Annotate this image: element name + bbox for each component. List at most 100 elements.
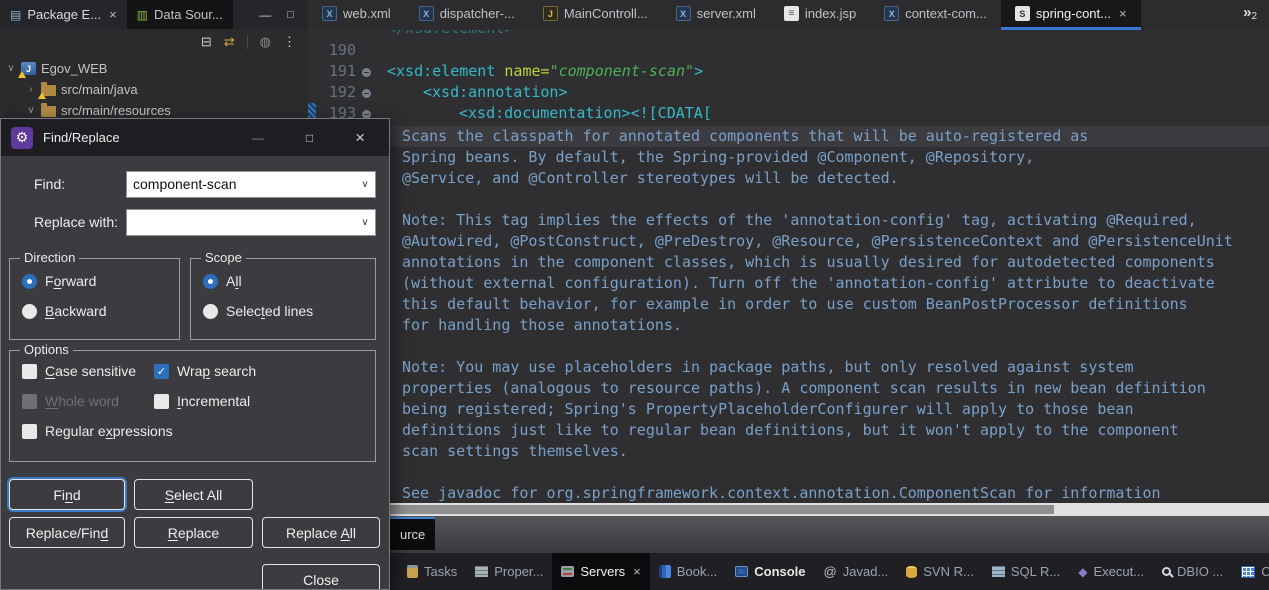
- checkbox-incremental[interactable]: Incremental: [154, 393, 250, 409]
- fold-marker-icon[interactable]: [362, 68, 371, 77]
- tab-label: web.xml: [343, 6, 391, 21]
- ide-window: ▤ Package E... × ▥ Data Sour... — □ ⊟ ⇄ …: [0, 0, 1269, 590]
- checkbox-off-icon[interactable]: [22, 363, 37, 379]
- radio-selected-lines[interactable]: Selected lines: [203, 303, 313, 319]
- tab-overflow-indicator[interactable]: » 2: [1243, 0, 1269, 30]
- bookmarks-icon: [658, 565, 671, 578]
- tab-source[interactable]: urce: [390, 517, 436, 550]
- fold-marker-icon[interactable]: [362, 89, 371, 98]
- tab-dbio[interactable]: DBIO ...: [1153, 553, 1232, 590]
- chevron-down-icon[interactable]: ∨: [6, 63, 16, 74]
- find-value[interactable]: component-scan: [127, 172, 355, 197]
- editor-tab-spring-context[interactable]: S spring-cont... ×: [1000, 0, 1141, 30]
- radio-forward[interactable]: Forward: [22, 273, 96, 289]
- close-button[interactable]: Close: [262, 564, 380, 589]
- gear-icon: ⚙: [11, 126, 33, 149]
- radio-off-icon[interactable]: [203, 303, 218, 319]
- dialog-titlebar[interactable]: ⚙ Find/Replace — □ ×: [1, 119, 389, 156]
- editor-tab-web-xml[interactable]: X web.xml: [308, 0, 405, 30]
- replace-input[interactable]: ∨: [126, 209, 376, 236]
- project-icon: J: [18, 62, 36, 78]
- tab-properties[interactable]: Proper...: [466, 553, 552, 590]
- chevron-down-icon[interactable]: ∨: [355, 210, 375, 235]
- tab-servers[interactable]: Servers ×: [552, 553, 650, 590]
- tab-sql-results[interactable]: SQL R...: [983, 553, 1069, 590]
- focus-icon[interactable]: ◍: [260, 34, 271, 50]
- select-all-button[interactable]: Select All: [134, 479, 253, 510]
- warning-overlay-icon: [18, 71, 26, 78]
- maximize-icon[interactable]: □: [306, 131, 313, 145]
- checkbox-case-sensitive[interactable]: Case sensitive: [22, 363, 136, 379]
- tab-label: Data Sour...: [154, 7, 223, 22]
- view-tab-bar: ▤ Package E... × ▥ Data Sour... — □: [0, 0, 308, 29]
- tab-console[interactable]: Console: [726, 553, 814, 590]
- properties-icon: [475, 566, 489, 577]
- xml-attr-value: "component-scan": [549, 62, 695, 80]
- radio-all[interactable]: All: [203, 273, 242, 289]
- tab-package-explorer[interactable]: ▤ Package E... ×: [0, 0, 127, 29]
- view-menu-icon[interactable]: ⋮: [283, 34, 296, 50]
- checkbox-whole-word: Whole word: [22, 393, 119, 409]
- doc-line: properties (analogous to resource paths)…: [402, 379, 1206, 397]
- tab-execution[interactable]: ◆ Execut...: [1069, 553, 1153, 590]
- code-text: <xsd:annotation>: [423, 82, 568, 103]
- tab-label: index.jsp: [804, 6, 857, 21]
- radio-on-icon[interactable]: [203, 273, 218, 289]
- tab-label: SQL R...: [1010, 564, 1061, 579]
- checkbox-off-icon[interactable]: [22, 423, 37, 439]
- radio-on-icon[interactable]: [22, 273, 37, 289]
- tab-data-source[interactable]: ▥ Data Sour...: [126, 0, 233, 29]
- line-number: 190: [328, 41, 356, 59]
- tree-item-src-java[interactable]: › src/main/java: [0, 79, 308, 100]
- chevron-right-icon[interactable]: ›: [26, 84, 36, 95]
- source-folder-icon: [41, 103, 56, 117]
- code-viewport[interactable]: </xsd:element> 190 191 <xsd:element name…: [308, 30, 1269, 503]
- collapse-all-icon[interactable]: ⊟: [201, 34, 212, 50]
- radio-backward[interactable]: Backward: [22, 303, 106, 319]
- maximize-icon[interactable]: □: [287, 9, 294, 21]
- link-with-editor-icon[interactable]: ⇄: [224, 34, 235, 50]
- close-icon[interactable]: ×: [355, 128, 365, 148]
- tab-label: Proper...: [494, 564, 544, 579]
- horizontal-scrollbar[interactable]: [308, 503, 1269, 516]
- replace-button[interactable]: Replace: [134, 517, 253, 548]
- tab-label: Book...: [676, 564, 718, 579]
- overflow-chevrons: »: [1243, 4, 1252, 21]
- minimize-icon[interactable]: —: [252, 131, 264, 145]
- close-icon[interactable]: ×: [1119, 6, 1127, 21]
- checkbox-on-icon[interactable]: [154, 363, 169, 379]
- replace-find-button[interactable]: Replace/Find: [9, 517, 125, 548]
- tab-tasks[interactable]: Tasks: [398, 553, 466, 590]
- tab-javadoc[interactable]: @ Javad...: [815, 553, 898, 590]
- tab-svn-repositories[interactable]: SVN R...: [897, 553, 983, 590]
- radio-off-icon[interactable]: [22, 303, 37, 319]
- tab-label: spring-cont...: [1035, 6, 1111, 21]
- checkbox-wrap-search[interactable]: Wrap search: [154, 363, 256, 379]
- find-input[interactable]: component-scan ∨: [126, 171, 376, 198]
- find-button[interactable]: Find: [9, 479, 125, 510]
- find-label: Find:: [34, 176, 66, 192]
- servers-icon: [561, 566, 575, 577]
- tab-clipped[interactable]: C: [1232, 553, 1269, 590]
- editor-tab-maincontroller[interactable]: J MainControll...: [529, 0, 662, 30]
- table-icon: [1241, 565, 1256, 578]
- scrollbar-thumb[interactable]: [310, 505, 1054, 514]
- tab-bookmarks[interactable]: Book...: [650, 553, 726, 590]
- replace-value[interactable]: [127, 210, 355, 235]
- checkbox-regular-expressions[interactable]: Regular expressions: [22, 423, 173, 439]
- checkbox-off-icon[interactable]: [154, 393, 169, 409]
- close-icon[interactable]: ×: [109, 7, 117, 22]
- editor-tab-dispatcher[interactable]: X dispatcher-...: [405, 0, 529, 30]
- direction-group: Direction Forward Backward: [9, 250, 180, 340]
- java-file-icon: J: [542, 6, 558, 21]
- chevron-down-icon[interactable]: ∨: [355, 172, 375, 197]
- minimize-icon[interactable]: —: [259, 8, 271, 22]
- close-icon[interactable]: ×: [633, 564, 641, 579]
- editor-tab-context-common[interactable]: X context-com...: [870, 0, 1001, 30]
- chevron-down-icon[interactable]: ∨: [26, 105, 36, 116]
- xml-file-icon: X: [675, 6, 691, 21]
- editor-tab-server-xml[interactable]: X server.xml: [662, 0, 770, 30]
- tree-item-project[interactable]: ∨ J Egov_WEB: [0, 58, 308, 79]
- editor-tab-index-jsp[interactable]: ≡ index.jsp: [770, 0, 870, 30]
- replace-all-button[interactable]: Replace All: [262, 517, 380, 548]
